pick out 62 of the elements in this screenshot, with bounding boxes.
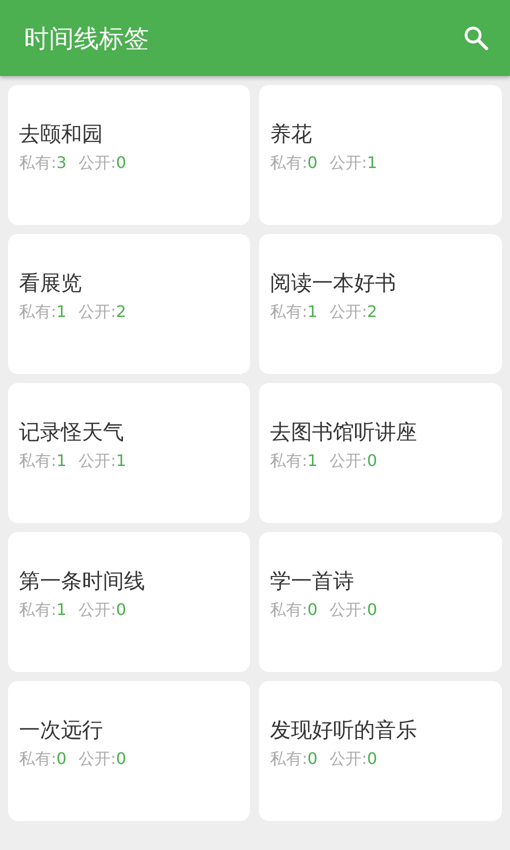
tag-name: 学一首诗	[270, 568, 355, 595]
tag-name: 去颐和园	[19, 121, 104, 148]
tag-card[interactable]: 去颐和园 私有:3 公开:0	[8, 85, 250, 225]
tag-card[interactable]: 发现好听的音乐 私有:0 公开:0	[259, 681, 502, 821]
private-label: 私有:	[19, 600, 56, 621]
tag-card[interactable]: 养花 私有:0 公开:1	[259, 85, 502, 225]
private-label: 私有:	[19, 153, 56, 174]
private-count: 0	[56, 749, 67, 770]
private-count: 1	[56, 302, 67, 323]
public-label: 公开:	[78, 302, 116, 323]
public-count: 0	[116, 600, 126, 621]
public-label: 公开:	[78, 451, 116, 472]
private-label: 私有:	[270, 153, 308, 174]
public-label: 公开:	[330, 451, 367, 472]
public-count: 1	[116, 451, 126, 472]
public-label: 公开:	[330, 600, 367, 621]
public-count: 2	[366, 302, 378, 323]
private-count: 0	[307, 153, 318, 174]
private-count: 1	[307, 302, 318, 323]
private-label: 私有:	[270, 451, 308, 472]
tag-name: 看展览	[19, 270, 83, 297]
private-count: 0	[307, 749, 318, 770]
tag-name: 阅读一本好书	[270, 270, 397, 297]
public-label: 公开:	[330, 749, 367, 770]
private-label: 私有:	[270, 302, 308, 323]
tag-card[interactable]: 阅读一本好书 私有:1 公开:2	[259, 234, 502, 374]
private-label: 私有:	[19, 451, 56, 472]
public-count: 0	[366, 600, 378, 621]
public-count: 0	[366, 451, 378, 472]
tag-name: 记录怪天气	[19, 419, 125, 446]
tag-card[interactable]: 第一条时间线 私有:1 公开:0	[8, 532, 250, 672]
tag-card[interactable]: 记录怪天气 私有:1 公开:1	[8, 383, 250, 523]
public-label: 公开:	[78, 749, 116, 770]
public-count: 0	[366, 749, 378, 770]
private-label: 私有:	[270, 600, 308, 621]
public-label: 公开:	[78, 600, 116, 621]
public-count: 2	[116, 302, 126, 323]
tag-name: 发现好听的音乐	[270, 717, 418, 744]
private-count: 1	[307, 451, 318, 472]
private-count: 0	[307, 600, 318, 621]
tag-name: 第一条时间线	[19, 568, 146, 595]
public-count: 0	[116, 153, 126, 174]
public-label: 公开:	[330, 302, 367, 323]
tag-name: 去图书馆听讲座	[270, 419, 418, 446]
private-count: 1	[56, 451, 67, 472]
app-title: 时间线标签	[24, 22, 149, 54]
tag-card[interactable]: 看展览 私有:1 公开:2	[8, 234, 250, 374]
private-label: 私有:	[19, 749, 56, 770]
public-label: 公开:	[330, 153, 367, 174]
tag-name: 一次远行	[19, 717, 104, 744]
tag-card[interactable]: 学一首诗 私有:0 公开:0	[259, 532, 502, 672]
private-count: 1	[56, 600, 67, 621]
public-label: 公开:	[78, 153, 116, 174]
public-count: 0	[116, 749, 126, 770]
private-count: 3	[56, 153, 67, 174]
private-label: 私有:	[270, 749, 308, 770]
tag-name: 养花	[270, 121, 313, 148]
tag-card[interactable]: 去图书馆听讲座 私有:1 公开:0	[259, 383, 502, 523]
public-count: 1	[366, 153, 378, 174]
tag-card[interactable]: 一次远行 私有:0 公开:0	[8, 681, 250, 821]
search-icon[interactable]	[462, 24, 490, 52]
private-label: 私有:	[19, 302, 56, 323]
